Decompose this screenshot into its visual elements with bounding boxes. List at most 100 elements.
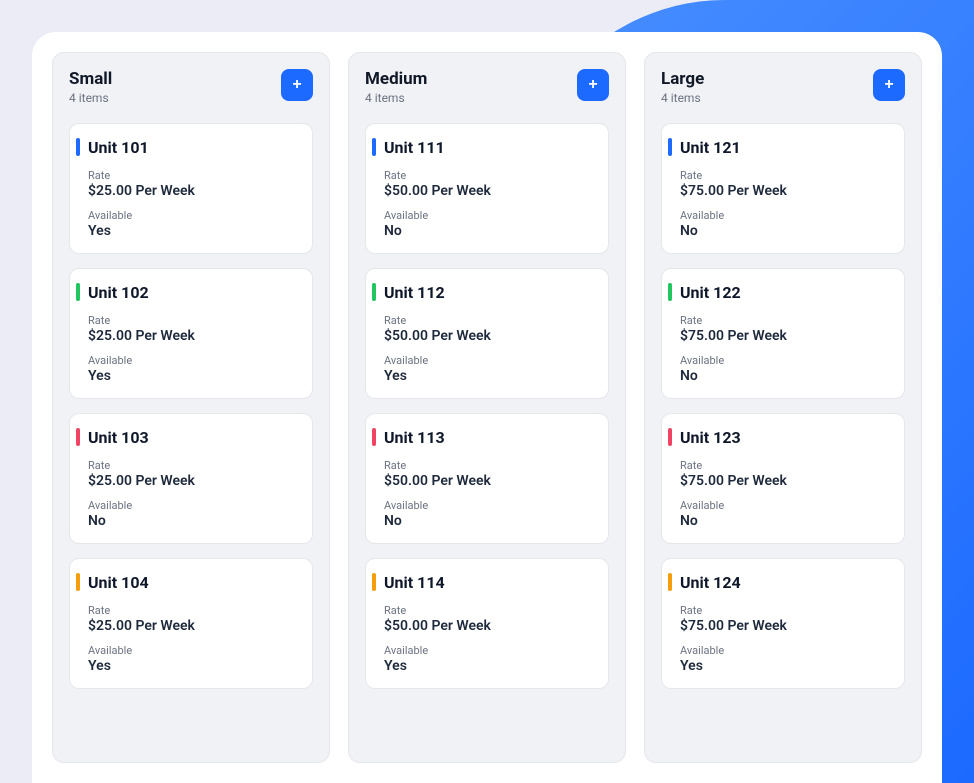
card-accent [76, 573, 80, 591]
available-field: Available No [384, 209, 594, 239]
available-field: Available Yes [680, 644, 890, 674]
available-label: Available [384, 354, 594, 367]
available-field: Available Yes [384, 644, 594, 674]
column-title: Small [69, 69, 112, 89]
available-value: Yes [384, 368, 594, 384]
unit-card[interactable]: Unit 104 Rate $25.00 Per Week Available … [69, 558, 313, 689]
card-accent [372, 428, 376, 446]
card-accent [668, 283, 672, 301]
unit-card[interactable]: Unit 112 Rate $50.00 Per Week Available … [365, 268, 609, 399]
rate-label: Rate [384, 604, 594, 617]
unit-card[interactable]: Unit 113 Rate $50.00 Per Week Available … [365, 413, 609, 544]
rate-field: Rate $75.00 Per Week [680, 314, 890, 344]
rate-label: Rate [680, 604, 890, 617]
column-heading: Small 4 items [69, 69, 112, 105]
column-subtitle: 4 items [365, 91, 427, 105]
rate-field: Rate $25.00 Per Week [88, 604, 298, 634]
card-title: Unit 102 [88, 283, 298, 302]
available-label: Available [88, 499, 298, 512]
available-field: Available Yes [88, 354, 298, 384]
rate-label: Rate [88, 459, 298, 472]
rate-value: $50.00 Per Week [384, 618, 594, 634]
column-header: Large 4 items + [661, 69, 905, 105]
available-value: Yes [88, 368, 298, 384]
plus-icon: + [884, 77, 893, 93]
column-subtitle: 4 items [69, 91, 112, 105]
rate-label: Rate [384, 314, 594, 327]
card-title: Unit 103 [88, 428, 298, 447]
rate-value: $25.00 Per Week [88, 618, 298, 634]
available-value: No [680, 223, 890, 239]
unit-card[interactable]: Unit 124 Rate $75.00 Per Week Available … [661, 558, 905, 689]
card-accent [372, 283, 376, 301]
card-title: Unit 113 [384, 428, 594, 447]
available-value: Yes [88, 223, 298, 239]
column-header: Small 4 items + [69, 69, 313, 105]
unit-card[interactable]: Unit 114 Rate $50.00 Per Week Available … [365, 558, 609, 689]
column-subtitle: 4 items [661, 91, 704, 105]
column-large: Large 4 items + Unit 121 Rate $75.00 Per… [644, 52, 922, 763]
rate-field: Rate $75.00 Per Week [680, 604, 890, 634]
card-title: Unit 101 [88, 138, 298, 157]
rate-value: $25.00 Per Week [88, 183, 298, 199]
available-label: Available [88, 354, 298, 367]
unit-card[interactable]: Unit 121 Rate $75.00 Per Week Available … [661, 123, 905, 254]
column-heading: Large 4 items [661, 69, 704, 105]
rate-label: Rate [680, 169, 890, 182]
add-button[interactable]: + [873, 69, 905, 101]
available-label: Available [88, 644, 298, 657]
available-field: Available Yes [384, 354, 594, 384]
column-header: Medium 4 items + [365, 69, 609, 105]
card-title: Unit 122 [680, 283, 890, 302]
available-field: Available No [384, 499, 594, 529]
rate-label: Rate [680, 459, 890, 472]
available-field: Available Yes [88, 644, 298, 674]
card-title: Unit 112 [384, 283, 594, 302]
unit-card[interactable]: Unit 103 Rate $25.00 Per Week Available … [69, 413, 313, 544]
add-button[interactable]: + [577, 69, 609, 101]
rate-label: Rate [384, 459, 594, 472]
column-title: Large [661, 69, 704, 89]
card-title: Unit 124 [680, 573, 890, 592]
column-small: Small 4 items + Unit 101 Rate $25.00 Per… [52, 52, 330, 763]
rate-field: Rate $75.00 Per Week [680, 459, 890, 489]
rate-value: $75.00 Per Week [680, 328, 890, 344]
card-accent [668, 428, 672, 446]
card-title: Unit 104 [88, 573, 298, 592]
card-title: Unit 123 [680, 428, 890, 447]
card-accent [372, 138, 376, 156]
rate-label: Rate [384, 169, 594, 182]
available-field: Available No [88, 499, 298, 529]
unit-card[interactable]: Unit 102 Rate $25.00 Per Week Available … [69, 268, 313, 399]
card-accent [668, 573, 672, 591]
column-heading: Medium 4 items [365, 69, 427, 105]
available-label: Available [680, 499, 890, 512]
available-value: Yes [384, 658, 594, 674]
plus-icon: + [292, 77, 301, 93]
cards-list: Unit 101 Rate $25.00 Per Week Available … [69, 123, 313, 689]
unit-card[interactable]: Unit 123 Rate $75.00 Per Week Available … [661, 413, 905, 544]
rate-value: $25.00 Per Week [88, 473, 298, 489]
rate-field: Rate $25.00 Per Week [88, 169, 298, 199]
available-value: No [680, 513, 890, 529]
available-label: Available [88, 209, 298, 222]
rate-value: $25.00 Per Week [88, 328, 298, 344]
available-label: Available [384, 209, 594, 222]
available-label: Available [680, 209, 890, 222]
add-button[interactable]: + [281, 69, 313, 101]
available-label: Available [384, 644, 594, 657]
available-label: Available [680, 644, 890, 657]
unit-card[interactable]: Unit 101 Rate $25.00 Per Week Available … [69, 123, 313, 254]
unit-card[interactable]: Unit 122 Rate $75.00 Per Week Available … [661, 268, 905, 399]
card-accent [76, 138, 80, 156]
available-value: Yes [680, 658, 890, 674]
rate-label: Rate [680, 314, 890, 327]
unit-card[interactable]: Unit 111 Rate $50.00 Per Week Available … [365, 123, 609, 254]
card-accent [372, 573, 376, 591]
available-value: No [384, 513, 594, 529]
cards-list: Unit 121 Rate $75.00 Per Week Available … [661, 123, 905, 689]
rate-value: $50.00 Per Week [384, 328, 594, 344]
rate-field: Rate $50.00 Per Week [384, 604, 594, 634]
available-value: No [384, 223, 594, 239]
rate-value: $75.00 Per Week [680, 473, 890, 489]
